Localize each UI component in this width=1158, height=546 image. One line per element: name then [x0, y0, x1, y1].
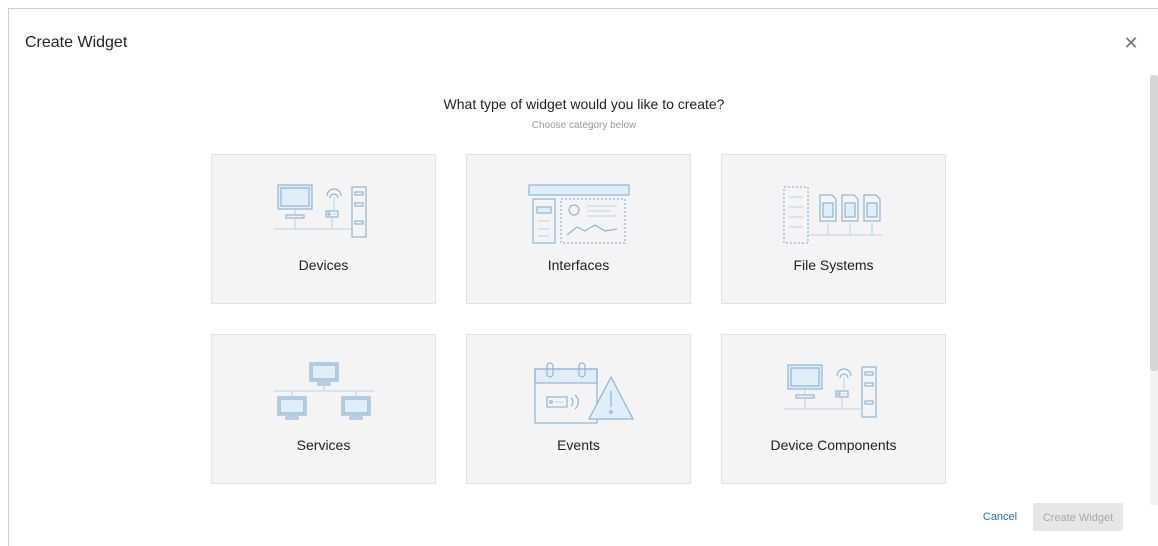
scrollbar-thumb[interactable] [1150, 75, 1158, 371]
category-card-device-components[interactable]: Device Components [721, 334, 946, 484]
category-hint: Choose category below [531, 120, 637, 131]
devices-illustration-icon [273, 184, 367, 238]
close-icon[interactable]: ✕ [1122, 34, 1140, 52]
category-label: Events [557, 437, 600, 453]
create-widget-button[interactable]: Create Widget [1033, 503, 1123, 531]
cancel-button[interactable]: Cancel [979, 511, 1021, 523]
vertical-scrollbar[interactable] [1150, 75, 1158, 505]
dialog-title: Create Widget [25, 34, 128, 51]
category-card-services[interactable]: Services [211, 334, 436, 484]
create-widget-dialog: Create Widget ✕ What type of widget woul… [8, 8, 1158, 546]
category-label: Devices [298, 257, 349, 273]
widget-type-question: What type of widget would you like to cr… [443, 96, 725, 112]
category-card-interfaces[interactable]: Interfaces [466, 154, 691, 304]
category-label: Services [296, 437, 351, 453]
services-illustration-icon [273, 362, 374, 420]
category-label: Device Components [770, 437, 897, 453]
interfaces-illustration-icon [527, 184, 630, 244]
category-label: File Systems [793, 257, 874, 273]
category-label: Interfaces [547, 257, 610, 273]
events-illustration-icon [533, 362, 634, 424]
device-components-illustration-icon [783, 364, 877, 418]
category-grid: Devices Interfaces File Systems Services… [211, 154, 947, 486]
file-systems-illustration-icon [782, 186, 882, 244]
category-card-devices[interactable]: Devices [211, 154, 436, 304]
category-card-file-systems[interactable]: File Systems [721, 154, 946, 304]
category-card-events[interactable]: Events [466, 334, 691, 484]
